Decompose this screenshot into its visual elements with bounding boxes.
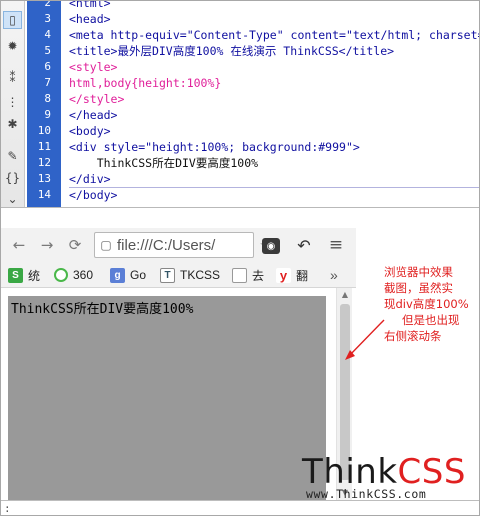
bookmark-item[interactable]: 去 [232, 266, 264, 284]
line-number: 14 [37, 188, 51, 201]
watermark-logo: ThinkCSS [302, 453, 466, 491]
code-line: <title>最外层DIV高度100% 在线演示 ThinkCSS</title… [69, 44, 395, 58]
navigation-bar: ← → ⟳ ▢ file:///C:/Users/ ☆ ◉ ↶ ≡ [0, 228, 356, 262]
line-number: 10 [37, 124, 51, 137]
code-line: </style> [69, 92, 125, 106]
bookmark-item[interactable]: 360 [54, 266, 93, 284]
watermark-brand-part2: CSS [397, 452, 466, 492]
code-line: <div style="height:100%; background:#999… [69, 140, 360, 154]
line-number: 4 [44, 28, 51, 41]
line-number: 13 [37, 172, 51, 185]
code-line: <meta http-equiv="Content-Type" content=… [69, 28, 479, 42]
address-bar[interactable]: ▢ file:///C:/Users/ [94, 232, 254, 258]
reload-icon[interactable]: ⟳ [64, 234, 86, 256]
bookmark-favicon: T [160, 267, 175, 283]
bookmark-item[interactable]: y 翻 [276, 266, 308, 284]
annotation-line: 但是也出现 [402, 313, 460, 327]
forward-arrow-icon[interactable]: → [36, 234, 58, 256]
gear-icon[interactable]: ✹ [3, 37, 22, 55]
bookmarks-bar: S 统 360 g Go T TKCSS 去 y 翻 » [0, 262, 356, 288]
document-icon: ▢ [100, 238, 112, 252]
bookmark-favicon: y [276, 267, 291, 283]
braces-icon[interactable]: {} [3, 169, 22, 187]
code-line: </head> [69, 108, 118, 122]
bookmark-item[interactable]: S 统 [8, 266, 40, 284]
bookmark-item[interactable]: g Go [110, 266, 146, 284]
watermark-url: www.ThinkCSS.com [306, 487, 427, 501]
code-line: <head> [69, 12, 111, 26]
line-number: 9 [44, 108, 51, 121]
line-number: 12 [37, 156, 51, 169]
code-line: html,body{height:100%} [69, 76, 222, 90]
scroll-up-icon[interactable]: ▲ [337, 288, 353, 302]
annotation-note: 浏览器中效果 截图，虽然实 现div高度100% 但是也出现 右侧滚动条 [384, 264, 478, 344]
line-number: 7 [44, 76, 51, 89]
bookmark-label: 统 [28, 268, 41, 283]
bookmark-label: Go [130, 268, 147, 282]
code-area[interactable]: <html> <head> <meta http-equiv="Content-… [63, 1, 479, 207]
bookmark-favicon: g [110, 267, 125, 283]
bookmark-favicon: S [8, 267, 23, 283]
line-number: 11 [37, 140, 51, 153]
wrap-icon[interactable]: ✱ [3, 115, 22, 133]
line-number: 5 [44, 44, 51, 57]
bookmark-label: 去 [252, 268, 265, 283]
line-number: 2 [44, 0, 51, 9]
url-text[interactable]: file:///C:/Users/ [117, 237, 215, 254]
expand-tags-icon[interactable]: ⁑ [3, 69, 22, 87]
line-number: 3 [44, 12, 51, 25]
line-separator [69, 187, 479, 188]
code-line: <body> [69, 124, 111, 138]
code-editor[interactable]: ▯ ✹ ⁑ ⋮ ✱ ✎ {} ⌄ 2 3 4 5 6 7 8 9 10 11 1… [0, 0, 480, 208]
select-parent-icon[interactable]: ⋮ [3, 93, 22, 111]
comment-icon[interactable]: ✎ [3, 147, 22, 165]
code-line: <style> [69, 60, 118, 74]
page-icon[interactable]: ▯ [3, 11, 22, 29]
code-line: <html> [69, 1, 111, 10]
annotation-line: 现div高度100% [384, 297, 469, 311]
more-icon[interactable]: ⌄ [3, 192, 22, 206]
watermark-brand-part1: Think [302, 452, 398, 492]
annotation-line: 浏览器中效果 [384, 265, 453, 279]
more-bookmarks-icon[interactable]: » [330, 266, 338, 284]
menu-icon[interactable]: ≡ [326, 234, 346, 256]
bottom-editor-strip: : [0, 500, 480, 516]
code-line: </body> [69, 188, 118, 202]
annotation-line: 右侧滚动条 [384, 329, 442, 343]
caret-mark: : [4, 502, 11, 515]
code-line: </div> [69, 172, 111, 186]
line-number: 6 [44, 60, 51, 73]
grey-full-height-div: ThinkCSS所在DIV要高度100% [8, 296, 326, 500]
camera-icon[interactable]: ◉ [262, 238, 280, 254]
line-number: 8 [44, 92, 51, 105]
annotation-line: 截图，虽然实 [384, 281, 453, 295]
undo-icon[interactable]: ↶ [294, 234, 314, 256]
bookmark-label: 翻 [296, 268, 309, 283]
bookmark-label: TKCSS [180, 268, 221, 282]
bookmark-label: 360 [73, 268, 94, 282]
bookmark-favicon [54, 268, 68, 282]
page-text: ThinkCSS所在DIV要高度100% [11, 302, 194, 317]
bookmark-favicon [232, 267, 247, 283]
code-line: ThinkCSS所在DIV要高度100% [69, 156, 259, 170]
bookmark-item[interactable]: T TKCSS [160, 266, 220, 284]
back-arrow-icon[interactable]: ← [8, 234, 30, 256]
line-number-gutter: 2 3 4 5 6 7 8 9 10 11 12 13 14 [27, 1, 61, 207]
